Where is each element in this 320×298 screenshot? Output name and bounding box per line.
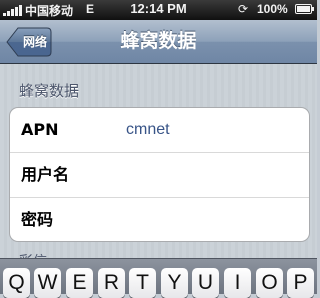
back-button-label: 网络 xyxy=(22,35,47,49)
apn-field[interactable]: cmnet xyxy=(126,108,170,152)
username-row[interactable]: 用户名 xyxy=(10,153,309,197)
apn-label: APN xyxy=(21,120,59,139)
settings-group: APN cmnet 用户名 密码 xyxy=(9,107,310,242)
password-label: 密码 xyxy=(21,210,54,229)
username-label: 用户名 xyxy=(21,165,70,184)
apn-row[interactable]: APN cmnet xyxy=(10,108,309,152)
back-button[interactable]: 网络 xyxy=(6,27,52,57)
battery-percent: 100% xyxy=(257,2,288,16)
section-header: 蜂窝数据 xyxy=(19,82,80,100)
password-row[interactable]: 密码 xyxy=(10,198,309,241)
status-bar: 中国移动 E 12:14 PM ⟳ 100% xyxy=(0,0,317,20)
page-title: 蜂窝数据 xyxy=(120,30,197,52)
sync-icon: ⟳ xyxy=(238,2,249,16)
navigation-bar: 网络 蜂窝数据 xyxy=(0,20,317,64)
battery-icon xyxy=(295,4,314,14)
keyboard: Q W E R T Y U I O P xyxy=(0,258,317,298)
settings-content: 蜂窝数据 APN cmnet 用户名 密码 彩信 xyxy=(0,64,317,270)
